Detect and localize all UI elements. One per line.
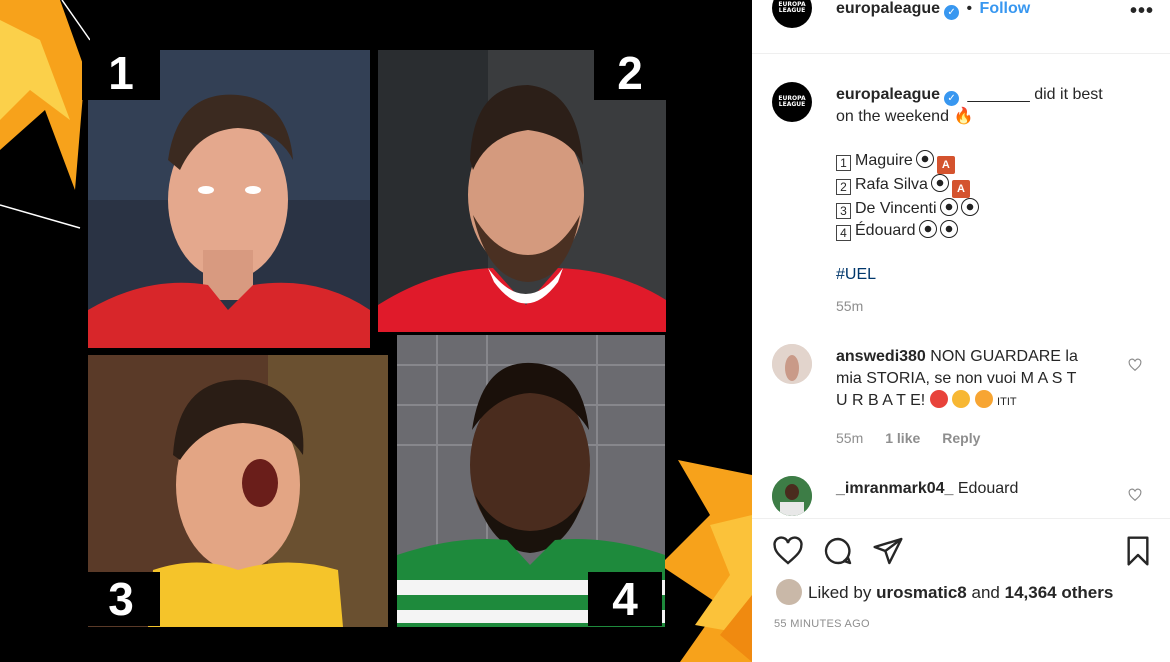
likes-summary[interactable]: Liked by urosmatic8 and 14,364 others <box>808 583 1113 603</box>
keycap-3-icon: 3 <box>836 203 851 219</box>
comment-1-text-line2: mia STORIA, se non vuoi M A S T <box>836 370 1077 387</box>
likes-count[interactable]: 14,364 others <box>1005 583 1114 602</box>
avatar[interactable]: EUROPA LEAGUE <box>772 0 812 28</box>
tongue-face-emoji-icon <box>952 390 971 408</box>
caption-line1: _______ did it best <box>967 86 1103 103</box>
separator-dot: • <box>966 0 973 17</box>
caption-item-4-name: Édouard <box>855 222 916 239</box>
likes-prefix: Liked by <box>808 583 872 602</box>
avatar-logo-text: EUROPA LEAGUE <box>778 0 806 14</box>
comment-2-like-heart-icon[interactable] <box>1128 488 1142 502</box>
comment-1-suffix: ITIT <box>997 396 1017 408</box>
hashtag-link[interactable]: #UEL <box>836 266 876 283</box>
comment-1-meta: 55m 1 like Reply <box>836 430 980 446</box>
comment-1-reply-button[interactable]: Reply <box>942 430 980 446</box>
more-options-icon[interactable]: ••• <box>1130 0 1154 23</box>
verified-badge-icon: ✓ <box>944 5 960 20</box>
comment-icon[interactable] <box>822 535 854 567</box>
likes-user[interactable]: urosmatic8 <box>876 583 967 602</box>
header-username[interactable]: europaleague <box>836 0 940 17</box>
post-actions: Liked by urosmatic8 and 14,364 others 55… <box>752 518 1170 662</box>
comment-1-text-line1: NON GUARDARE la <box>930 348 1078 365</box>
caption-item-2-name: Rafa Silva <box>855 176 928 193</box>
liker-avatar[interactable] <box>776 579 802 605</box>
keycap-4-icon: 4 <box>836 225 851 241</box>
comment-1: answedi380 NON GUARDARE la mia STORIA, s… <box>836 346 1126 413</box>
assist-icon: A <box>936 156 955 174</box>
caption-item-1-name: Maguire <box>855 152 913 169</box>
comment-1-text-line3: U R B A T E! <box>836 392 926 409</box>
assist-icon: A <box>951 180 970 198</box>
football-icon <box>918 220 937 238</box>
image-number-3: 3 <box>82 572 160 626</box>
caption-time: 55m <box>836 298 864 314</box>
comment-2: _imranmark04_ Edouard <box>836 478 1126 500</box>
comment-2-avatar-image <box>772 476 812 516</box>
caption-item-3-name: De Vincenti <box>855 200 937 217</box>
caption-line2: on the weekend <box>836 108 949 125</box>
bookmark-icon[interactable] <box>1122 535 1154 567</box>
post-header: EUROPA LEAGUE europaleague ✓ • Follow ••• <box>752 0 1170 54</box>
keycap-1-icon: 1 <box>836 155 851 171</box>
comment-1-like-heart-icon[interactable] <box>1128 358 1142 372</box>
likes-and: and <box>971 583 1000 602</box>
post-timestamp: 55 MINUTES AGO <box>774 618 870 630</box>
caption-avatar[interactable]: EUROPA LEAGUE <box>772 82 812 122</box>
comment-1-likes[interactable]: 1 like <box>885 430 920 446</box>
comment-2-username[interactable]: _imranmark04_ <box>836 480 953 497</box>
caption-avatar-logo-text: EUROPA LEAGUE <box>778 94 806 108</box>
flame-decoration-top-left <box>0 0 90 229</box>
football-icon <box>960 198 979 216</box>
football-icon <box>915 150 934 168</box>
image-number-2: 2 <box>594 46 666 100</box>
fire-emoji-icon: 🔥 <box>953 108 974 125</box>
football-icon <box>939 220 958 238</box>
football-icon <box>939 198 958 216</box>
football-icon <box>930 174 949 192</box>
follow-button[interactable]: Follow <box>980 0 1031 17</box>
comment-1-avatar[interactable] <box>772 344 812 384</box>
comment-1-username[interactable]: answedi380 <box>836 348 926 365</box>
comment-1-time: 55m <box>836 430 864 446</box>
caption-verified-badge-icon: ✓ <box>944 91 960 106</box>
comment-1-avatar-image <box>772 344 812 384</box>
image-number-1: 1 <box>82 46 160 100</box>
post-caption: europaleague ✓ _______ did it best on the… <box>836 84 1136 286</box>
tongue-emoji-icon <box>929 390 948 408</box>
post-sidebar: EUROPA LEAGUE europaleague ✓ • Follow •••… <box>752 0 1170 662</box>
heart-icon[interactable] <box>772 535 804 567</box>
keycap-2-icon: 2 <box>836 179 851 195</box>
share-icon[interactable] <box>872 535 904 567</box>
post-image[interactable]: 1 2 3 4 <box>0 0 752 662</box>
kiss-face-emoji-icon <box>974 390 993 408</box>
comment-2-text: Edouard <box>957 480 1019 497</box>
comment-2-avatar[interactable] <box>772 476 812 516</box>
image-number-4: 4 <box>588 572 662 626</box>
caption-username[interactable]: europaleague <box>836 86 940 103</box>
